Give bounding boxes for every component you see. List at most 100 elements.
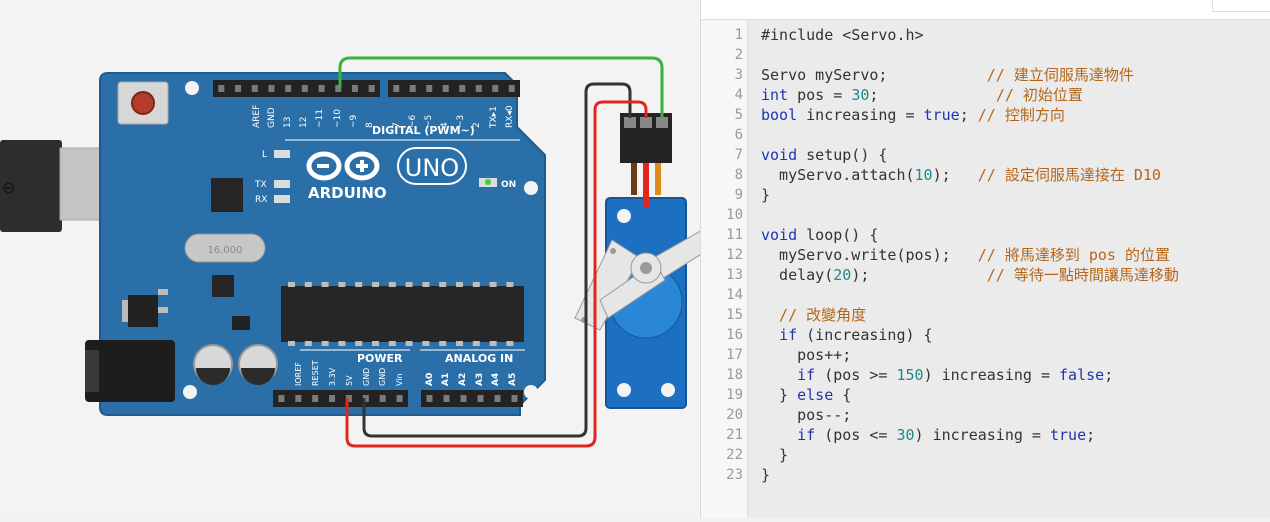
header-hole[interactable] bbox=[494, 395, 501, 402]
code-line[interactable]: delay(20); // 等待一點時間讓馬達移動 bbox=[761, 265, 1179, 285]
chip-pin bbox=[304, 341, 312, 346]
code-token: setup() { bbox=[797, 146, 888, 164]
chip-pin bbox=[456, 341, 463, 346]
servo-connector-pin bbox=[640, 117, 652, 128]
header-hole[interactable] bbox=[426, 395, 433, 402]
code-token: pos--; bbox=[761, 406, 852, 424]
digital-pin-label: 12 bbox=[299, 117, 309, 128]
header-hole[interactable] bbox=[318, 85, 325, 92]
analog-label: ANALOG IN bbox=[445, 352, 513, 365]
code-token: increasing = bbox=[797, 106, 924, 124]
small-ic bbox=[232, 316, 250, 330]
editor-tab[interactable] bbox=[1212, 0, 1270, 12]
power-pin-label: 3.3V bbox=[328, 367, 337, 386]
power-header[interactable] bbox=[273, 390, 408, 407]
header-hole[interactable] bbox=[393, 85, 400, 92]
code-line[interactable]: } bbox=[761, 465, 770, 485]
regulator-tab bbox=[122, 300, 128, 322]
reset-button[interactable] bbox=[131, 91, 155, 115]
header-hole[interactable] bbox=[295, 395, 302, 402]
code-line[interactable]: #include <Servo.h> bbox=[761, 25, 924, 45]
line-number: 1 bbox=[734, 27, 743, 43]
uno-text: UNO bbox=[405, 154, 459, 182]
analog-header[interactable] bbox=[421, 390, 523, 407]
header-hole[interactable] bbox=[409, 85, 416, 92]
code-line[interactable]: bool increasing = true; // 控制方向 bbox=[761, 105, 1065, 125]
header-hole[interactable] bbox=[511, 395, 518, 402]
code-token: // 初始位置 bbox=[995, 86, 1083, 104]
header-hole[interactable] bbox=[443, 395, 450, 402]
line-number: 8 bbox=[734, 167, 743, 183]
code-line[interactable]: void setup() { bbox=[761, 145, 887, 165]
analog-pin-label: A0 bbox=[425, 373, 435, 386]
header-hole[interactable] bbox=[301, 85, 308, 92]
header-hole[interactable] bbox=[477, 395, 484, 402]
servo-mount-hole bbox=[661, 383, 675, 397]
header-hole[interactable] bbox=[379, 395, 386, 402]
code-token: // 等待一點時間讓馬達移動 bbox=[986, 266, 1179, 284]
editor-toolbar bbox=[701, 0, 1270, 20]
header-hole[interactable] bbox=[312, 395, 319, 402]
digital-pin-label: ~11 bbox=[315, 109, 325, 128]
code-token: ) increasing = bbox=[914, 426, 1050, 444]
chip-pin bbox=[472, 282, 480, 287]
header-hole[interactable] bbox=[508, 85, 515, 92]
power-pin-label: RESET bbox=[311, 360, 320, 386]
usb-chip bbox=[211, 178, 243, 212]
code-line[interactable]: myServo.write(pos); // 將馬達移到 pos 的位置 bbox=[761, 245, 1170, 265]
circuit-canvas[interactable]: ⊖ 16.000 L TX RX ARDUINO UNO ON AREF GND… bbox=[0, 0, 731, 518]
header-hole[interactable] bbox=[492, 85, 499, 92]
code-line[interactable]: int pos = 30; // 初始位置 bbox=[761, 85, 1083, 105]
code-line[interactable]: if (pos >= 150) increasing = false; bbox=[761, 365, 1113, 385]
header-hole[interactable] bbox=[278, 395, 285, 402]
header-hole[interactable] bbox=[235, 85, 242, 92]
header-hole[interactable] bbox=[251, 85, 258, 92]
code-token: 10 bbox=[914, 166, 933, 184]
header-hole[interactable] bbox=[459, 85, 466, 92]
chip-pin bbox=[405, 341, 413, 346]
line-number: 2 bbox=[734, 47, 743, 63]
code-line[interactable]: } bbox=[761, 445, 788, 465]
header-hole[interactable] bbox=[475, 85, 482, 92]
code-line[interactable]: myServo.attach(10); // 設定伺服馬達接在 D10 bbox=[761, 165, 1161, 185]
header-hole[interactable] bbox=[268, 85, 275, 92]
code-token: } bbox=[761, 386, 798, 404]
line-number: 11 bbox=[726, 227, 743, 243]
led-tx bbox=[274, 180, 290, 188]
mount-hole bbox=[185, 81, 199, 95]
header-hole[interactable] bbox=[351, 85, 358, 92]
code-line[interactable]: if (pos <= 30) increasing = true; bbox=[761, 425, 1095, 445]
header-hole[interactable] bbox=[368, 85, 375, 92]
code-line[interactable]: void loop() { bbox=[761, 225, 878, 245]
servo-connector-pin bbox=[656, 117, 668, 128]
header-hole[interactable] bbox=[442, 85, 449, 92]
line-number: 23 bbox=[726, 467, 743, 483]
header-hole[interactable] bbox=[285, 85, 292, 92]
header-hole[interactable] bbox=[426, 85, 433, 92]
code-token: pos = bbox=[788, 86, 852, 104]
chip-pin bbox=[355, 341, 363, 346]
code-token: 20 bbox=[833, 266, 852, 284]
led-label-rx: RX bbox=[255, 195, 267, 205]
chip-pin bbox=[372, 341, 379, 346]
code-area[interactable]: #include <Servo.h> Servo myServo; // 建立伺服… bbox=[748, 20, 1270, 518]
header-hole[interactable] bbox=[460, 395, 467, 402]
code-line[interactable]: } else { bbox=[761, 385, 851, 405]
code-line[interactable]: Servo myServo; // 建立伺服馬達物件 bbox=[761, 65, 1134, 85]
code-line[interactable]: // 改變角度 bbox=[761, 305, 866, 325]
code-line[interactable]: if (increasing) { bbox=[761, 325, 933, 345]
code-line[interactable]: } bbox=[761, 185, 770, 205]
chip-pin bbox=[439, 341, 447, 346]
circuit-diagram[interactable]: ⊖ 16.000 L TX RX ARDUINO UNO ON AREF GND… bbox=[0, 0, 731, 518]
line-number: 16 bbox=[726, 327, 743, 343]
chip-pin bbox=[472, 341, 480, 346]
digital-pin-label: ~9 bbox=[349, 114, 359, 128]
code-editor[interactable]: 1 2 3 4 5 6 7 8 9 10 11 12 13 14 15 16 17 18 19 20 21 22 23 #i… bbox=[700, 0, 1270, 518]
code-token: // 控制方向 bbox=[977, 106, 1065, 124]
code-line[interactable]: pos--; bbox=[761, 405, 851, 425]
header-hole[interactable] bbox=[329, 395, 336, 402]
code-line[interactable]: pos++; bbox=[761, 345, 851, 365]
header-hole[interactable] bbox=[396, 395, 403, 402]
digital-header-right[interactable] bbox=[388, 80, 520, 97]
header-hole[interactable] bbox=[218, 85, 225, 92]
